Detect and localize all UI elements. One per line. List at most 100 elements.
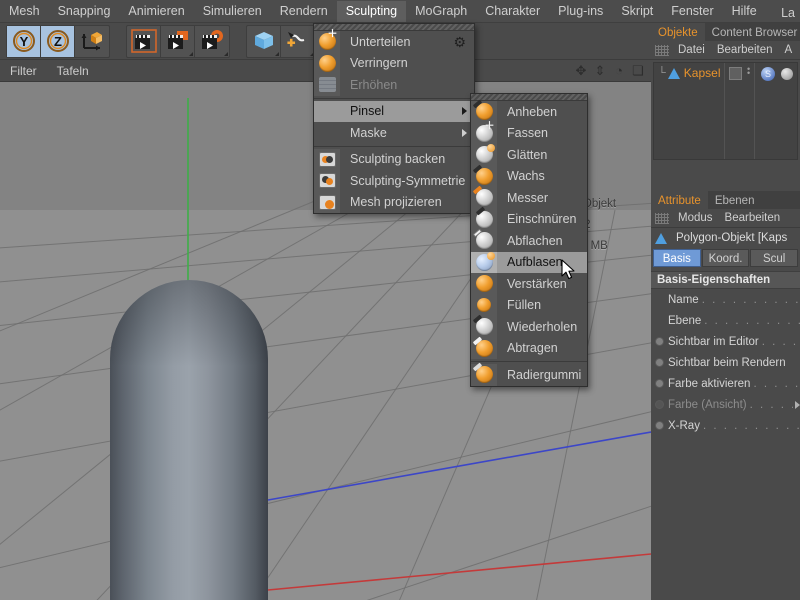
objects-menu-datei[interactable]: Datei xyxy=(672,44,711,56)
submenu-tear-off-grip[interactable] xyxy=(471,94,587,101)
property-leader: . . . . xyxy=(761,335,799,348)
attributes-menu-modus[interactable]: Modus xyxy=(672,212,719,224)
flyout-corner xyxy=(275,51,279,56)
polygon-object-icon xyxy=(667,67,680,79)
object-manager-list[interactable]: └ Kapsel • • S xyxy=(653,62,798,160)
property-row-x-ray[interactable]: X-Ray . . . . . . . . . . . . xyxy=(651,415,800,436)
menu-charakter[interactable]: Charakter xyxy=(476,1,549,22)
property-row-farbe-aktivieren[interactable]: Farbe aktivieren . . . . . . xyxy=(651,373,800,394)
coordinate-system-icon xyxy=(81,32,102,51)
object-row-kapsel[interactable]: └ Kapsel xyxy=(654,63,724,83)
inflate-brush-icon xyxy=(471,251,497,273)
menu-item-wiederholen[interactable]: Wiederholen xyxy=(471,314,587,338)
property-radio-icon[interactable] xyxy=(655,421,664,430)
menu-item-fassen[interactable]: ＋ Fassen xyxy=(471,121,587,144)
spline-pen-icon xyxy=(287,32,305,47)
menu-item-wachs[interactable]: Wachs xyxy=(471,164,587,187)
menu-item-radiergummi[interactable]: Radiergummi xyxy=(471,362,587,386)
menu-mesh[interactable]: Mesh xyxy=(0,1,49,22)
property-radio-icon xyxy=(655,400,664,409)
menu-mograph[interactable]: MoGraph xyxy=(406,1,476,22)
phong-tag-icon[interactable]: S xyxy=(761,67,775,81)
visibility-toggle-icon[interactable]: • • xyxy=(747,65,750,78)
render-settings-button[interactable] xyxy=(195,26,229,57)
submenu-arrow-icon xyxy=(462,107,467,116)
attributes-menu-bearbeiten[interactable]: Bearbeiten xyxy=(719,212,787,224)
attr-tab-koord[interactable]: Koord. xyxy=(701,249,750,267)
add-spline-button[interactable] xyxy=(281,26,315,57)
property-radio-icon[interactable] xyxy=(655,337,664,346)
move-camera-icon[interactable]: ✥ xyxy=(574,64,588,78)
objects-menu-ansicht[interactable]: A xyxy=(778,44,798,56)
sculpt-tag-icon[interactable] xyxy=(781,68,793,80)
attr-tab-basis[interactable]: Basis xyxy=(653,249,701,267)
menu-item-label: Anheben xyxy=(507,104,558,119)
menu-item-verringern[interactable]: Verringern xyxy=(314,52,474,74)
menu-animieren[interactable]: Animieren xyxy=(119,1,193,22)
menu-sculpting[interactable]: Sculpting xyxy=(336,0,407,22)
menu-snapping[interactable]: Snapping xyxy=(49,1,120,22)
property-row-sichtbar-im-editor[interactable]: Sichtbar im Editor . . . . xyxy=(651,331,800,352)
visibility-dots-icon[interactable] xyxy=(729,67,742,80)
menu-item-sculpting-backen[interactable]: Sculpting backen xyxy=(314,148,474,170)
polygon-object-icon xyxy=(655,232,667,244)
menu-skript[interactable]: Skript xyxy=(612,1,662,22)
menu-item-pinsel[interactable]: Pinsel xyxy=(314,100,474,122)
add-cube-object-button[interactable] xyxy=(247,25,281,57)
menu-plugins[interactable]: Plug-ins xyxy=(549,1,612,22)
objects-menubar: Datei Bearbeiten A xyxy=(651,41,800,60)
menu-item-fuellen[interactable]: Füllen xyxy=(471,294,587,316)
capsule-object[interactable] xyxy=(110,280,268,600)
menu-item-maske[interactable]: Maske xyxy=(314,122,474,144)
pan-camera-icon[interactable]: ⇕ xyxy=(593,64,607,78)
render-view-button[interactable] xyxy=(127,25,161,57)
tafeln-menu[interactable]: Tafeln xyxy=(47,64,99,78)
axis-z-lock-button[interactable]: Z xyxy=(41,25,75,57)
menu-item-label: Abflachen xyxy=(507,233,563,248)
property-row-ebene[interactable]: Ebene . . . . . . . . . . . . . . xyxy=(651,310,800,331)
menu-item-anheben[interactable]: Anheben xyxy=(471,99,587,123)
menu-item-unterteilen[interactable]: ＋ Unterteilen ⚙ xyxy=(314,30,474,53)
axis-y-lock-button[interactable]: Y xyxy=(7,25,41,57)
toolbar-group-objects xyxy=(246,24,316,58)
viewport-layout-icon[interactable]: ❏ xyxy=(631,64,645,78)
panel-grip-icon[interactable] xyxy=(655,212,669,224)
menu-simulieren[interactable]: Simulieren xyxy=(194,1,271,22)
object-tags-column: S xyxy=(755,63,797,159)
menu-item-messer[interactable]: Messer xyxy=(471,185,587,209)
attributes-tabrow: Attribute Ebenen xyxy=(651,191,800,209)
property-row-name[interactable]: Name . . . . . . . . . . . . . . xyxy=(651,289,800,310)
attributes-menubar: Modus Bearbeiten xyxy=(651,209,800,228)
tab-ebenen[interactable]: Ebenen xyxy=(707,191,762,209)
expand-arrow-icon[interactable] xyxy=(795,400,800,409)
property-row-sichtbar-beim-rendern[interactable]: Sichtbar beim Rendern xyxy=(651,352,800,373)
property-leader: . . . . . . . . . . . . xyxy=(702,419,800,432)
rotate-camera-icon[interactable]: ◔ xyxy=(612,64,626,78)
filter-menu[interactable]: Filter xyxy=(0,64,47,78)
menu-item-einschnueren[interactable]: Einschnüren xyxy=(471,206,587,230)
menu-hilfe[interactable]: Hilfe xyxy=(723,1,766,22)
menu-rendern[interactable]: Rendern xyxy=(271,1,337,22)
menu-item-sculpting-symmetrie[interactable]: Sculpting-Symmetrie xyxy=(314,170,474,192)
menu-item-abtragen[interactable]: Abtragen xyxy=(471,336,587,359)
property-leader: . . . . . xyxy=(749,398,793,411)
menu-item-abflachen[interactable]: Abflachen xyxy=(471,228,587,252)
property-radio-icon[interactable] xyxy=(655,379,664,388)
gear-icon[interactable]: ⚙ xyxy=(453,34,466,51)
menu-item-mesh-projizieren[interactable]: Mesh projizieren xyxy=(314,191,474,213)
panel-grip-icon[interactable] xyxy=(655,44,669,56)
pinsel-submenu: Anheben ＋ Fassen Glätten Wachs Messer Ei… xyxy=(470,93,588,387)
menu-item-glaetten[interactable]: Glätten xyxy=(471,144,587,166)
menu-fenster[interactable]: Fenster xyxy=(662,1,722,22)
render-to-picture-viewer-button[interactable] xyxy=(161,25,195,57)
tab-objekte[interactable]: Objekte xyxy=(651,23,705,41)
attr-tab-sculpting[interactable]: Scul xyxy=(750,249,799,267)
tab-attribute[interactable]: Attribute xyxy=(651,191,708,209)
menu-separator xyxy=(314,97,474,99)
tab-content-browser[interactable]: Content Browser xyxy=(704,23,800,41)
menu-layout-clipped[interactable]: La xyxy=(772,3,800,24)
menu-tear-off-grip[interactable] xyxy=(314,24,474,31)
objects-menu-bearbeiten[interactable]: Bearbeiten xyxy=(711,44,779,56)
world-object-coordinates-button[interactable] xyxy=(75,26,109,57)
property-radio-icon[interactable] xyxy=(655,358,664,367)
